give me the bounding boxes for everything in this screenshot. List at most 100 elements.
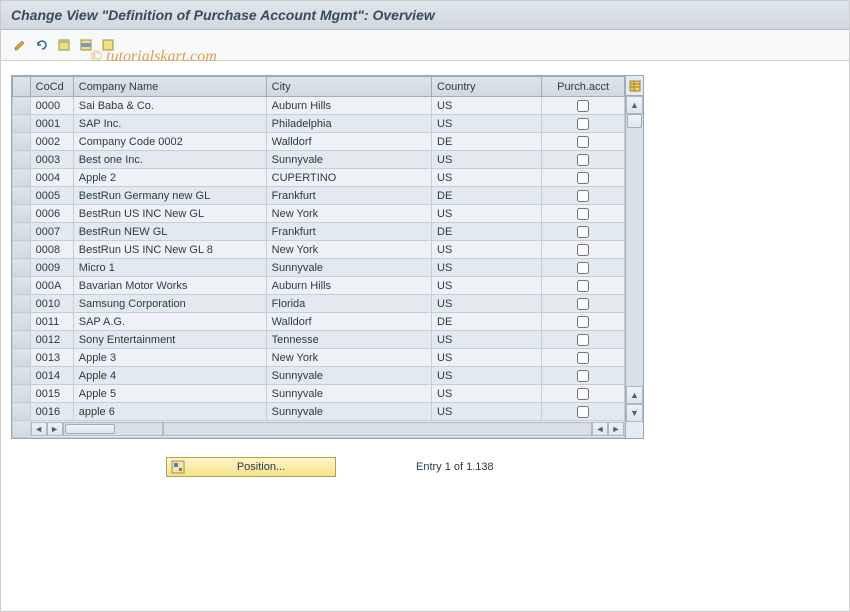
cell-city[interactable]: Frankfurt: [266, 223, 431, 241]
cell-country[interactable]: DE: [432, 313, 542, 331]
cell-name[interactable]: Sai Baba & Co.: [73, 97, 266, 115]
cell-purch[interactable]: [542, 205, 625, 223]
cell-purch[interactable]: [542, 241, 625, 259]
table-row[interactable]: 0015Apple 5SunnyvaleUS: [13, 385, 625, 403]
purch-checkbox[interactable]: [577, 334, 589, 346]
cell-cocd[interactable]: 0009: [30, 259, 73, 277]
cell-name[interactable]: Apple 3: [73, 349, 266, 367]
hscroll-thumb[interactable]: [65, 424, 115, 434]
cell-name[interactable]: BestRun Germany new GL: [73, 187, 266, 205]
cell-country[interactable]: US: [432, 151, 542, 169]
row-selector[interactable]: [13, 313, 31, 331]
undo-icon[interactable]: [33, 36, 51, 54]
row-selector[interactable]: [13, 133, 31, 151]
cell-cocd[interactable]: 0002: [30, 133, 73, 151]
hscroll-left-button-end[interactable]: ◄: [592, 422, 608, 436]
table-row[interactable]: 0014Apple 4SunnyvaleUS: [13, 367, 625, 385]
cell-purch[interactable]: [542, 385, 625, 403]
row-selector[interactable]: [13, 349, 31, 367]
cell-city[interactable]: Walldorf: [266, 133, 431, 151]
cell-purch[interactable]: [542, 151, 625, 169]
cell-purch[interactable]: [542, 133, 625, 151]
hscroll-track-left[interactable]: [63, 422, 163, 436]
cell-country[interactable]: US: [432, 241, 542, 259]
cell-name[interactable]: Apple 2: [73, 169, 266, 187]
vscroll-up-button[interactable]: ▲: [626, 96, 643, 114]
purch-checkbox[interactable]: [577, 208, 589, 220]
cell-name[interactable]: SAP A.G.: [73, 313, 266, 331]
cell-city[interactable]: New York: [266, 205, 431, 223]
cell-purch[interactable]: [542, 259, 625, 277]
cell-country[interactable]: US: [432, 205, 542, 223]
hscroll-track-right[interactable]: [163, 422, 592, 436]
hscroll-left-button[interactable]: ◄: [31, 422, 47, 436]
purch-checkbox[interactable]: [577, 190, 589, 202]
cell-cocd[interactable]: 0010: [30, 295, 73, 313]
cell-city[interactable]: Auburn Hills: [266, 277, 431, 295]
purch-checkbox[interactable]: [577, 118, 589, 130]
cell-city[interactable]: Auburn Hills: [266, 97, 431, 115]
purch-checkbox[interactable]: [577, 136, 589, 148]
cell-country[interactable]: US: [432, 169, 542, 187]
cell-country[interactable]: US: [432, 115, 542, 133]
table-row[interactable]: 0004Apple 2CUPERTINOUS: [13, 169, 625, 187]
vscroll-track[interactable]: [626, 114, 643, 386]
table-row[interactable]: 0001SAP Inc.PhiladelphiaUS: [13, 115, 625, 133]
col-select-header[interactable]: [13, 77, 31, 97]
row-selector[interactable]: [13, 331, 31, 349]
pencil-icon[interactable]: [11, 36, 29, 54]
purch-checkbox[interactable]: [577, 154, 589, 166]
hscroll-right-button[interactable]: ►: [608, 422, 624, 436]
row-selector[interactable]: [13, 277, 31, 295]
cell-purch[interactable]: [542, 403, 625, 421]
cell-purch[interactable]: [542, 313, 625, 331]
cell-city[interactable]: Sunnyvale: [266, 403, 431, 421]
cell-purch[interactable]: [542, 187, 625, 205]
cell-name[interactable]: Company Code 0002: [73, 133, 266, 151]
table-row[interactable]: 0008BestRun US INC New GL 8New YorkUS: [13, 241, 625, 259]
cell-purch[interactable]: [542, 331, 625, 349]
row-selector[interactable]: [13, 403, 31, 421]
cell-cocd[interactable]: 0007: [30, 223, 73, 241]
table-row[interactable]: 0013Apple 3New YorkUS: [13, 349, 625, 367]
cell-purch[interactable]: [542, 97, 625, 115]
purch-checkbox[interactable]: [577, 244, 589, 256]
cell-cocd[interactable]: 0004: [30, 169, 73, 187]
col-city-header[interactable]: City: [266, 77, 431, 97]
purch-checkbox[interactable]: [577, 352, 589, 364]
cell-purch[interactable]: [542, 223, 625, 241]
cell-cocd[interactable]: 0013: [30, 349, 73, 367]
table-row[interactable]: 0012Sony EntertainmentTennesseUS: [13, 331, 625, 349]
cell-city[interactable]: Philadelphia: [266, 115, 431, 133]
cell-cocd[interactable]: 0000: [30, 97, 73, 115]
row-selector[interactable]: [13, 223, 31, 241]
row-selector[interactable]: [13, 97, 31, 115]
cell-name[interactable]: BestRun NEW GL: [73, 223, 266, 241]
table-row[interactable]: 0009Micro 1SunnyvaleUS: [13, 259, 625, 277]
table-row[interactable]: 0010Samsung CorporationFloridaUS: [13, 295, 625, 313]
cell-country[interactable]: US: [432, 277, 542, 295]
cell-city[interactable]: Walldorf: [266, 313, 431, 331]
cell-city[interactable]: Sunnyvale: [266, 385, 431, 403]
cell-purch[interactable]: [542, 169, 625, 187]
purch-checkbox[interactable]: [577, 388, 589, 400]
table-row[interactable]: 0007BestRun NEW GLFrankfurtDE: [13, 223, 625, 241]
purch-checkbox[interactable]: [577, 262, 589, 274]
cell-cocd[interactable]: 0005: [30, 187, 73, 205]
cell-purch[interactable]: [542, 115, 625, 133]
cell-city[interactable]: Sunnyvale: [266, 259, 431, 277]
table-settings-icon[interactable]: [626, 76, 643, 96]
cell-country[interactable]: US: [432, 349, 542, 367]
cell-name[interactable]: Micro 1: [73, 259, 266, 277]
cell-country[interactable]: US: [432, 403, 542, 421]
table-row[interactable]: 0006BestRun US INC New GLNew YorkUS: [13, 205, 625, 223]
cell-name[interactable]: BestRun US INC New GL: [73, 205, 266, 223]
cell-city[interactable]: Florida: [266, 295, 431, 313]
cell-cocd[interactable]: 0014: [30, 367, 73, 385]
row-selector[interactable]: [13, 187, 31, 205]
cell-name[interactable]: Best one Inc.: [73, 151, 266, 169]
cell-country[interactable]: US: [432, 97, 542, 115]
purch-checkbox[interactable]: [577, 100, 589, 112]
cell-cocd[interactable]: 0001: [30, 115, 73, 133]
cell-cocd[interactable]: 0008: [30, 241, 73, 259]
